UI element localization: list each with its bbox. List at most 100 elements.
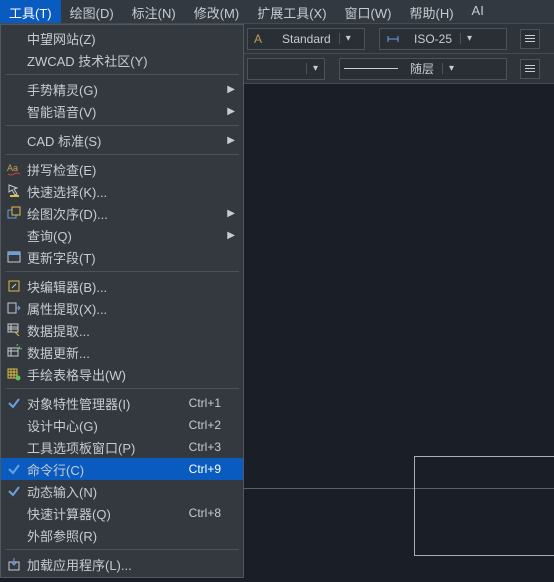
quick-select-icon [1, 183, 27, 199]
data-update-icon [1, 344, 27, 360]
menu-item-label: ZWCAD 技术社区(Y) [27, 51, 243, 70]
attr-extract-icon [1, 300, 27, 316]
menu-item[interactable]: 快速选择(K)... [1, 180, 243, 202]
menu-item-label: 加载应用程序(L)... [27, 555, 243, 574]
text-style-icon: A [251, 29, 271, 49]
drawing-canvas[interactable] [244, 90, 554, 582]
text-style-combo[interactable]: A Standard ▾ [247, 28, 365, 50]
svg-text:A: A [254, 32, 262, 46]
menu-item-label: 数据更新... [27, 343, 243, 362]
menu-separator [5, 74, 239, 75]
menu-ai[interactable]: AI [463, 0, 493, 23]
menubar: 工具(T) 绘图(D) 标注(N) 修改(M) 扩展工具(X) 窗口(W) 帮助… [0, 0, 554, 24]
chevron-down-icon: ▾ [339, 33, 357, 44]
menu-item-label: 数据提取... [27, 321, 243, 340]
chevron-down-icon: ▾ [306, 63, 324, 74]
menu-help[interactable]: 帮助(H) [400, 0, 462, 23]
update-field-icon [1, 249, 27, 265]
menu-item-label: 绘图次序(D)... [27, 204, 243, 223]
menu-item-label: 设计中心(G) [27, 416, 189, 435]
chevron-down-icon: ▾ [442, 63, 460, 74]
menu-item-label: 中望网站(Z) [27, 29, 243, 48]
menu-item-shortcut: Ctrl+1 [189, 396, 243, 410]
list-button[interactable] [520, 29, 540, 49]
check-icon [1, 483, 27, 499]
check-icon [1, 461, 27, 477]
menu-item-label: 属性提取(X)... [27, 299, 243, 318]
draw-order-icon [1, 205, 27, 221]
menu-item[interactable]: 动态输入(N) [1, 480, 243, 502]
menu-item[interactable]: CAD 标准(S)▶ [1, 129, 243, 151]
load-app-icon [1, 556, 27, 572]
spellcheck-icon: Aa [1, 161, 27, 177]
menu-item-label: 对象特性管理器(I) [27, 394, 189, 413]
submenu-arrow-icon: ▶ [227, 135, 235, 146]
menu-window[interactable]: 窗口(W) [336, 0, 401, 23]
menu-item[interactable]: 属性提取(X)... [1, 297, 243, 319]
menu-item[interactable]: 中望网站(Z) [1, 27, 243, 49]
menu-separator [5, 549, 239, 550]
submenu-arrow-icon: ▶ [227, 208, 235, 219]
menu-item-label: 智能语音(V) [27, 102, 243, 121]
menu-item[interactable]: 手绘表格导出(W) [1, 363, 243, 385]
tools-dropdown: 中望网站(Z)ZWCAD 技术社区(Y)手势精灵(G)▶智能语音(V)▶CAD … [0, 24, 244, 578]
menu-item-label: 手势精灵(G) [27, 80, 243, 99]
list-button[interactable] [520, 59, 540, 79]
menu-item-label: 快速计算器(Q) [27, 504, 189, 523]
menu-dimension[interactable]: 标注(N) [123, 0, 185, 23]
menu-item-label: 块编辑器(B)... [27, 277, 243, 296]
canvas-viewport-box [414, 456, 554, 556]
menu-draw[interactable]: 绘图(D) [61, 0, 123, 23]
linetype-value: 随层 [402, 60, 442, 77]
menu-item[interactable]: 手势精灵(G)▶ [1, 78, 243, 100]
dim-style-icon [383, 29, 403, 49]
menu-item[interactable]: Aa拼写检查(E) [1, 158, 243, 180]
menu-item-label: CAD 标准(S) [27, 131, 243, 150]
dim-style-value: ISO-25 [406, 32, 460, 46]
menu-modify[interactable]: 修改(M) [185, 0, 249, 23]
menu-separator [5, 154, 239, 155]
menu-item[interactable]: 工具选项板窗口(P)Ctrl+3 [1, 436, 243, 458]
menu-item[interactable]: 快速计算器(Q)Ctrl+8 [1, 502, 243, 524]
menu-item[interactable]: 对象特性管理器(I)Ctrl+1 [1, 392, 243, 414]
menu-item-shortcut: Ctrl+9 [189, 462, 243, 476]
dim-style-combo[interactable]: ISO-25 ▾ [379, 28, 507, 50]
menu-item[interactable]: 加载应用程序(L)... [1, 553, 243, 575]
menu-item-label: 外部参照(R) [27, 526, 243, 545]
text-style-value: Standard [274, 32, 339, 46]
menu-tools[interactable]: 工具(T) [0, 0, 61, 23]
menu-separator [5, 125, 239, 126]
data-extract-icon [1, 322, 27, 338]
menu-extensions[interactable]: 扩展工具(X) [248, 0, 335, 23]
menu-item[interactable]: 绘图次序(D)...▶ [1, 202, 243, 224]
linetype-combo[interactable]: 随层 ▾ [339, 58, 507, 80]
lineweight-combo[interactable]: ▾ [247, 58, 325, 80]
submenu-arrow-icon: ▶ [227, 84, 235, 95]
menu-item-label: 拼写检查(E) [27, 160, 243, 179]
menu-item-label: 快速选择(K)... [27, 182, 243, 201]
menu-item[interactable]: 命令行(C)Ctrl+9 [1, 458, 243, 480]
menu-item[interactable]: 块编辑器(B)... [1, 275, 243, 297]
menu-item[interactable]: 外部参照(R) [1, 524, 243, 546]
menu-item[interactable]: 设计中心(G)Ctrl+2 [1, 414, 243, 436]
menu-item-shortcut: Ctrl+8 [189, 506, 243, 520]
submenu-arrow-icon: ▶ [227, 106, 235, 117]
menu-item-label: 工具选项板窗口(P) [27, 438, 189, 457]
menu-item-label: 手绘表格导出(W) [27, 365, 243, 384]
submenu-arrow-icon: ▶ [227, 230, 235, 241]
menu-item[interactable]: 查询(Q)▶ [1, 224, 243, 246]
table-export-icon [1, 366, 27, 382]
menu-item-shortcut: Ctrl+2 [189, 418, 243, 432]
block-editor-icon [1, 278, 27, 294]
menu-separator [5, 271, 239, 272]
menu-item-label: 查询(Q) [27, 226, 243, 245]
menu-item[interactable]: 智能语音(V)▶ [1, 100, 243, 122]
menu-item[interactable]: 数据提取... [1, 319, 243, 341]
chevron-down-icon: ▾ [460, 33, 478, 44]
menu-item[interactable]: ZWCAD 技术社区(Y) [1, 49, 243, 71]
menu-item[interactable]: 更新字段(T) [1, 246, 243, 268]
linetype-preview [344, 68, 398, 69]
check-icon [1, 395, 27, 411]
menu-item-shortcut: Ctrl+3 [189, 440, 243, 454]
menu-item[interactable]: 数据更新... [1, 341, 243, 363]
